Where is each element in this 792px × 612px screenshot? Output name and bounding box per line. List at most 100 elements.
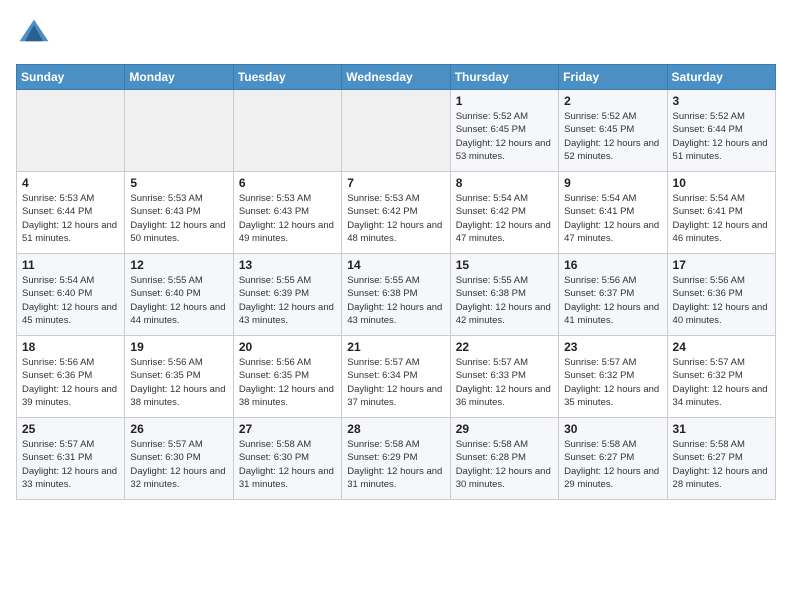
- calendar-cell: 14 Sunrise: 5:55 AM Sunset: 6:38 PM Dayli…: [342, 254, 450, 336]
- day-info: Sunrise: 5:57 AM Sunset: 6:31 PM Dayligh…: [22, 438, 119, 491]
- day-info: Sunrise: 5:56 AM Sunset: 6:35 PM Dayligh…: [239, 356, 336, 409]
- day-number: 28: [347, 422, 444, 436]
- calendar-cell: 16Sunrise: 5:56 AM Sunset: 6:37 PM Dayli…: [559, 254, 667, 336]
- logo: [16, 16, 58, 52]
- day-info: Sunrise: 5:58 AM Sunset: 6:28 PM Dayligh…: [456, 438, 553, 491]
- day-info: Sunrise: 5:57 AM Sunset: 6:30 PM Dayligh…: [130, 438, 227, 491]
- calendar-cell: 2Sunrise: 5:52 AM Sunset: 6:45 PM Daylig…: [559, 90, 667, 172]
- day-info: Sunrise: 5:56 AM Sunset: 6:35 PM Dayligh…: [130, 356, 227, 409]
- day-number: 8: [456, 176, 553, 190]
- day-number: 7: [347, 176, 444, 190]
- calendar-table: SundayMondayTuesdayWednesdayThursdayFrid…: [16, 64, 776, 500]
- page-header: [16, 16, 776, 52]
- logo-icon: [16, 16, 52, 52]
- day-info: Sunrise: 5:55 AM Sunset: 6:39 PM Dayligh…: [239, 274, 336, 327]
- day-number: 27: [239, 422, 336, 436]
- calendar-cell: 20 Sunrise: 5:56 AM Sunset: 6:35 PM Dayli…: [233, 336, 341, 418]
- day-info: Sunrise: 5:58 AM Sunset: 6:27 PM Dayligh…: [673, 438, 770, 491]
- calendar-cell: 10 Sunrise: 5:54 AM Sunset: 6:41 PM Dayli…: [667, 172, 775, 254]
- calendar-cell: 22 Sunrise: 5:57 AM Sunset: 6:33 PM Dayli…: [450, 336, 558, 418]
- weekday-header-sunday: Sunday: [17, 65, 125, 90]
- calendar-cell: 11Sunrise: 5:54 AM Sunset: 6:40 PM Dayli…: [17, 254, 125, 336]
- day-number: 6: [239, 176, 336, 190]
- day-info: Sunrise: 5:57 AM Sunset: 6:32 PM Dayligh…: [673, 356, 770, 409]
- day-info: Sunrise: 5:57 AM Sunset: 6:32 PM Dayligh…: [564, 356, 661, 409]
- day-info: Sunrise: 5:57 AM Sunset: 6:33 PM Dayligh…: [456, 356, 553, 409]
- calendar-cell: 15 Sunrise: 5:55 AM Sunset: 6:38 PM Dayli…: [450, 254, 558, 336]
- calendar-cell: 21Sunrise: 5:57 AM Sunset: 6:34 PM Dayli…: [342, 336, 450, 418]
- day-number: 10: [673, 176, 770, 190]
- day-info: Sunrise: 5:52 AM Sunset: 6:44 PM Dayligh…: [673, 110, 770, 163]
- day-number: 29: [456, 422, 553, 436]
- calendar-cell: [233, 90, 341, 172]
- calendar-cell: [17, 90, 125, 172]
- calendar-week-4: 18Sunrise: 5:56 AM Sunset: 6:36 PM Dayli…: [17, 336, 776, 418]
- calendar-cell: 26 Sunrise: 5:57 AM Sunset: 6:30 PM Dayli…: [125, 418, 233, 500]
- day-info: Sunrise: 5:53 AM Sunset: 6:43 PM Dayligh…: [130, 192, 227, 245]
- day-number: 13: [239, 258, 336, 272]
- calendar-body: 1Sunrise: 5:52 AM Sunset: 6:45 PM Daylig…: [17, 90, 776, 500]
- calendar-cell: 13 Sunrise: 5:55 AM Sunset: 6:39 PM Dayli…: [233, 254, 341, 336]
- day-number: 25: [22, 422, 119, 436]
- calendar-cell: 12 Sunrise: 5:55 AM Sunset: 6:40 PM Dayli…: [125, 254, 233, 336]
- calendar-cell: 18Sunrise: 5:56 AM Sunset: 6:36 PM Dayli…: [17, 336, 125, 418]
- calendar-cell: 23 Sunrise: 5:57 AM Sunset: 6:32 PM Dayli…: [559, 336, 667, 418]
- calendar-cell: 30 Sunrise: 5:58 AM Sunset: 6:27 PM Dayli…: [559, 418, 667, 500]
- day-info: Sunrise: 5:56 AM Sunset: 6:36 PM Dayligh…: [673, 274, 770, 327]
- day-info: Sunrise: 5:53 AM Sunset: 6:44 PM Dayligh…: [22, 192, 119, 245]
- day-info: Sunrise: 5:54 AM Sunset: 6:42 PM Dayligh…: [456, 192, 553, 245]
- calendar-cell: [342, 90, 450, 172]
- weekday-header-row: SundayMondayTuesdayWednesdayThursdayFrid…: [17, 65, 776, 90]
- day-number: 17: [673, 258, 770, 272]
- day-number: 3: [673, 94, 770, 108]
- calendar-week-2: 4 Sunrise: 5:53 AM Sunset: 6:44 PM Daylig…: [17, 172, 776, 254]
- day-info: Sunrise: 5:52 AM Sunset: 6:45 PM Dayligh…: [456, 110, 553, 163]
- weekday-header-tuesday: Tuesday: [233, 65, 341, 90]
- day-number: 9: [564, 176, 661, 190]
- calendar-cell: 7 Sunrise: 5:53 AM Sunset: 6:42 PM Daylig…: [342, 172, 450, 254]
- day-number: 22: [456, 340, 553, 354]
- day-info: Sunrise: 5:55 AM Sunset: 6:38 PM Dayligh…: [347, 274, 444, 327]
- calendar-cell: 1Sunrise: 5:52 AM Sunset: 6:45 PM Daylig…: [450, 90, 558, 172]
- day-number: 23: [564, 340, 661, 354]
- day-number: 15: [456, 258, 553, 272]
- calendar-week-3: 11Sunrise: 5:54 AM Sunset: 6:40 PM Dayli…: [17, 254, 776, 336]
- calendar-cell: 5 Sunrise: 5:53 AM Sunset: 6:43 PM Daylig…: [125, 172, 233, 254]
- day-number: 12: [130, 258, 227, 272]
- calendar-cell: 29 Sunrise: 5:58 AM Sunset: 6:28 PM Dayli…: [450, 418, 558, 500]
- day-number: 30: [564, 422, 661, 436]
- day-number: 24: [673, 340, 770, 354]
- calendar-cell: 6 Sunrise: 5:53 AM Sunset: 6:43 PM Daylig…: [233, 172, 341, 254]
- day-number: 31: [673, 422, 770, 436]
- day-number: 11: [22, 258, 119, 272]
- day-info: Sunrise: 5:58 AM Sunset: 6:27 PM Dayligh…: [564, 438, 661, 491]
- calendar-cell: 19 Sunrise: 5:56 AM Sunset: 6:35 PM Dayli…: [125, 336, 233, 418]
- day-number: 26: [130, 422, 227, 436]
- calendar-header: SundayMondayTuesdayWednesdayThursdayFrid…: [17, 65, 776, 90]
- day-number: 14: [347, 258, 444, 272]
- day-info: Sunrise: 5:55 AM Sunset: 6:38 PM Dayligh…: [456, 274, 553, 327]
- day-info: Sunrise: 5:58 AM Sunset: 6:30 PM Dayligh…: [239, 438, 336, 491]
- day-number: 2: [564, 94, 661, 108]
- calendar-cell: 28 Sunrise: 5:58 AM Sunset: 6:29 PM Dayli…: [342, 418, 450, 500]
- day-number: 5: [130, 176, 227, 190]
- weekday-header-wednesday: Wednesday: [342, 65, 450, 90]
- day-info: Sunrise: 5:54 AM Sunset: 6:41 PM Dayligh…: [673, 192, 770, 245]
- day-info: Sunrise: 5:53 AM Sunset: 6:42 PM Dayligh…: [347, 192, 444, 245]
- calendar-week-1: 1Sunrise: 5:52 AM Sunset: 6:45 PM Daylig…: [17, 90, 776, 172]
- day-info: Sunrise: 5:53 AM Sunset: 6:43 PM Dayligh…: [239, 192, 336, 245]
- day-info: Sunrise: 5:56 AM Sunset: 6:36 PM Dayligh…: [22, 356, 119, 409]
- weekday-header-saturday: Saturday: [667, 65, 775, 90]
- day-info: Sunrise: 5:58 AM Sunset: 6:29 PM Dayligh…: [347, 438, 444, 491]
- day-number: 4: [22, 176, 119, 190]
- day-number: 20: [239, 340, 336, 354]
- calendar-cell: 17 Sunrise: 5:56 AM Sunset: 6:36 PM Dayli…: [667, 254, 775, 336]
- calendar-cell: 9 Sunrise: 5:54 AM Sunset: 6:41 PM Daylig…: [559, 172, 667, 254]
- day-info: Sunrise: 5:55 AM Sunset: 6:40 PM Dayligh…: [130, 274, 227, 327]
- calendar-cell: 27 Sunrise: 5:58 AM Sunset: 6:30 PM Dayli…: [233, 418, 341, 500]
- day-number: 16: [564, 258, 661, 272]
- day-info: Sunrise: 5:54 AM Sunset: 6:41 PM Dayligh…: [564, 192, 661, 245]
- calendar-cell: 25 Sunrise: 5:57 AM Sunset: 6:31 PM Dayli…: [17, 418, 125, 500]
- day-number: 19: [130, 340, 227, 354]
- calendar-cell: [125, 90, 233, 172]
